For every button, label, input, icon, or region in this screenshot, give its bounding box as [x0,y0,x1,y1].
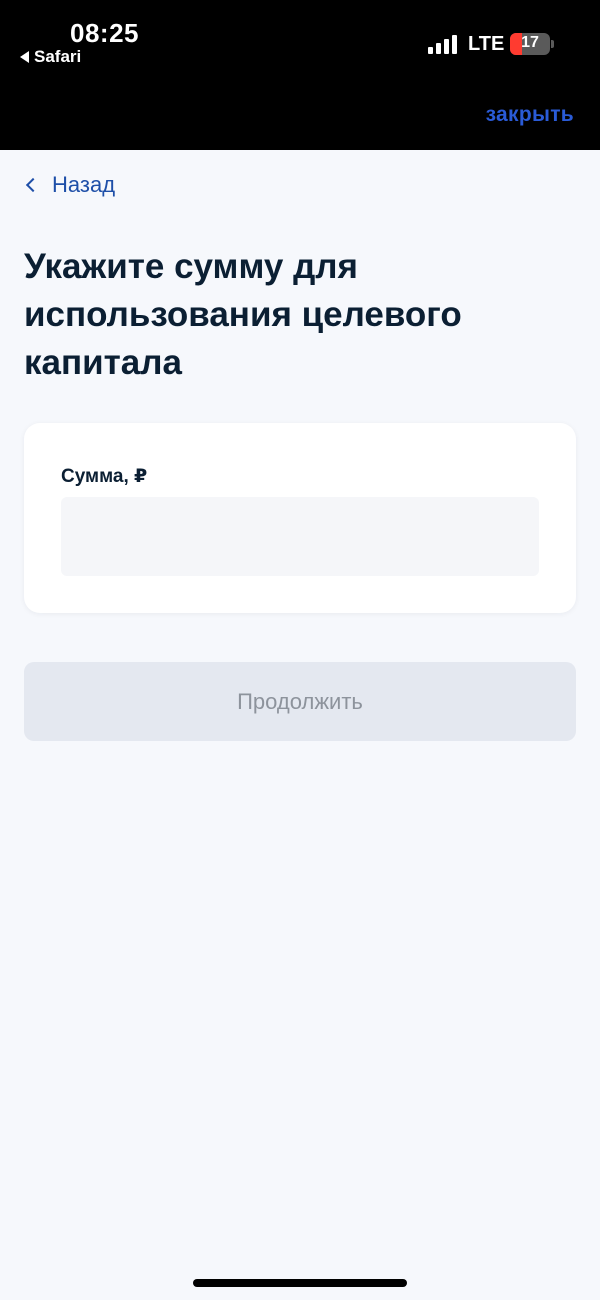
back-to-app-link[interactable]: Safari [20,47,81,67]
chevron-left-icon [25,177,41,193]
status-bar: 08:25 Safari LTE 17 закрыть [0,0,600,150]
battery-icon: 17 [510,33,550,55]
amount-input[interactable] [61,497,539,576]
amount-label: Сумма, ₽ [61,466,148,487]
status-time: 08:25 [70,18,139,48]
home-indicator[interactable] [193,1279,407,1287]
amount-card: Сумма, ₽ [24,423,576,613]
close-button[interactable]: закрыть [486,103,574,127]
page-title: Укажите сумму для использования целевого… [24,247,462,382]
battery-level: 17 [521,34,539,51]
back-app-label: Safari [34,47,82,66]
back-button-label: Назад [52,172,116,197]
continue-button[interactable]: Продолжить [24,662,576,741]
back-button[interactable]: Назад [24,172,115,198]
network-type: LTE [468,33,505,55]
back-triangle-icon [20,51,29,63]
signal-icon [428,34,457,54]
battery-tip [551,40,554,48]
